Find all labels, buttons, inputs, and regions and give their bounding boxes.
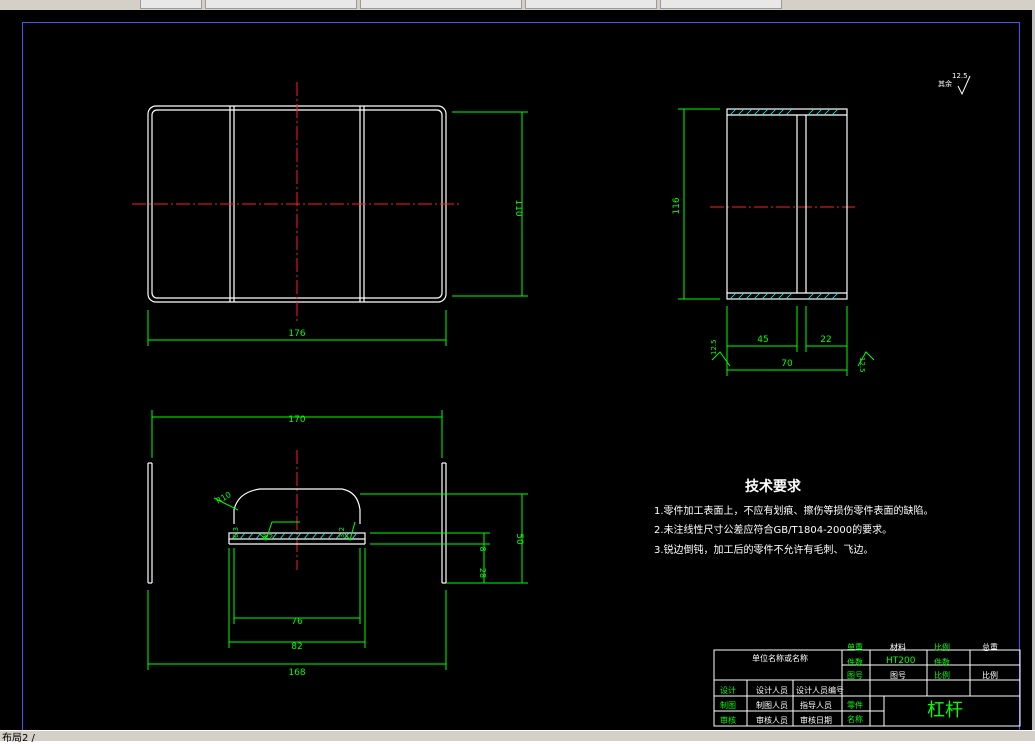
tb-weight-label: 总重	[982, 643, 998, 652]
dim-bottom-170: 170	[288, 415, 305, 425]
tb-material-label: 材料	[890, 643, 906, 652]
front-view-dims	[147, 410, 528, 670]
requirement-item-3: 3.锐边倒钝，加工后的零件不允许有毛刺、飞边。	[654, 545, 874, 556]
tb-drawn-by: 制图人员	[756, 701, 788, 710]
layout-tab[interactable]: 布局2 /	[2, 729, 35, 744]
tb-check-label: 审核	[720, 716, 736, 725]
requirements-title: 技术要求	[745, 479, 801, 495]
tb-company: 单位名称或名称	[752, 654, 808, 663]
tb-part-name: 杠杆	[927, 700, 963, 721]
rough-front-b: 3.2	[262, 533, 273, 541]
dim-bottom-8: 8	[478, 546, 487, 551]
tb-drawing-no-label: 图号	[847, 671, 863, 680]
rough-side-left: 12.5	[710, 339, 718, 355]
dim-bottom-50: 50	[514, 533, 524, 545]
tb-name-label: 名称	[847, 715, 863, 724]
tb-checker: 审核人员	[756, 716, 788, 725]
dim-side-70: 70	[781, 359, 793, 369]
dim-bottom-168: 168	[288, 668, 305, 678]
dim-bottom-28: 28	[478, 568, 487, 578]
side-hatch	[729, 108, 839, 300]
dim-side-height: 116	[672, 197, 682, 214]
side-view	[726, 108, 848, 300]
rough-front-c: 3.2	[338, 527, 346, 538]
tb-quantity-label: 单重	[847, 643, 863, 652]
cad-drawing: 176 110 116 45 22 70 12.5 12.5 其余 12.5 1…	[132, 72, 1021, 727]
tb-ratio-label: 比例	[934, 671, 950, 680]
tb-drawn-label: 制图	[720, 701, 736, 710]
status-bar: 布局2 /	[0, 729, 1035, 744]
dim-radius: R10	[215, 490, 233, 506]
toolbar-segment[interactable]	[205, 0, 357, 9]
dim-bottom-82: 82	[291, 642, 302, 652]
dim-top-height: 110	[513, 199, 523, 216]
requirement-item-1: 1.零件加工表面上，不应有划痕、擦伤等损伤零件表面的缺陷。	[654, 506, 934, 517]
tb-guide: 指导人员	[800, 701, 832, 710]
tb-designer: 设计人员	[756, 686, 788, 695]
rough-side-right: 12.5	[858, 357, 866, 373]
toolbar-segment[interactable]	[660, 0, 782, 9]
tb-count-label-2: 件数	[934, 658, 950, 667]
toolbar-segment[interactable]	[140, 0, 202, 9]
side-view-dims	[678, 108, 875, 376]
rough-note-value: 12.5	[952, 72, 968, 80]
dim-bottom-76: 76	[291, 617, 303, 627]
tb-check-date: 审核日期	[800, 716, 832, 725]
tb-count-label: 件数	[847, 658, 863, 667]
dim-side-22: 22	[820, 335, 831, 345]
tb-drawing-no: 图号	[890, 671, 906, 680]
tb-design-label: 设计	[720, 686, 736, 695]
dim-top-width: 176	[288, 329, 305, 339]
drawing-viewport[interactable]: 176 110 116 45 22 70 12.5 12.5 其余 12.5 1…	[0, 10, 1035, 735]
toolbar-segment[interactable]	[525, 0, 657, 9]
tb-material-value: HT200	[886, 656, 916, 666]
tb-designer-no: 设计人员编号	[796, 686, 844, 695]
rough-front-a: 6.3	[232, 527, 240, 538]
rough-note-label: 其余	[938, 79, 952, 88]
tb-scale-label: 比例	[934, 643, 950, 652]
tb-part-label: 零件	[847, 701, 863, 710]
dim-side-45: 45	[757, 335, 768, 345]
top-view-dims	[147, 111, 528, 346]
tb-ratio-value: 比例	[982, 671, 998, 680]
requirement-item-2: 2.未注线性尺寸公差应符合GB/T1804-2000的要求。	[654, 525, 893, 536]
toolbar-segment[interactable]	[360, 0, 522, 9]
